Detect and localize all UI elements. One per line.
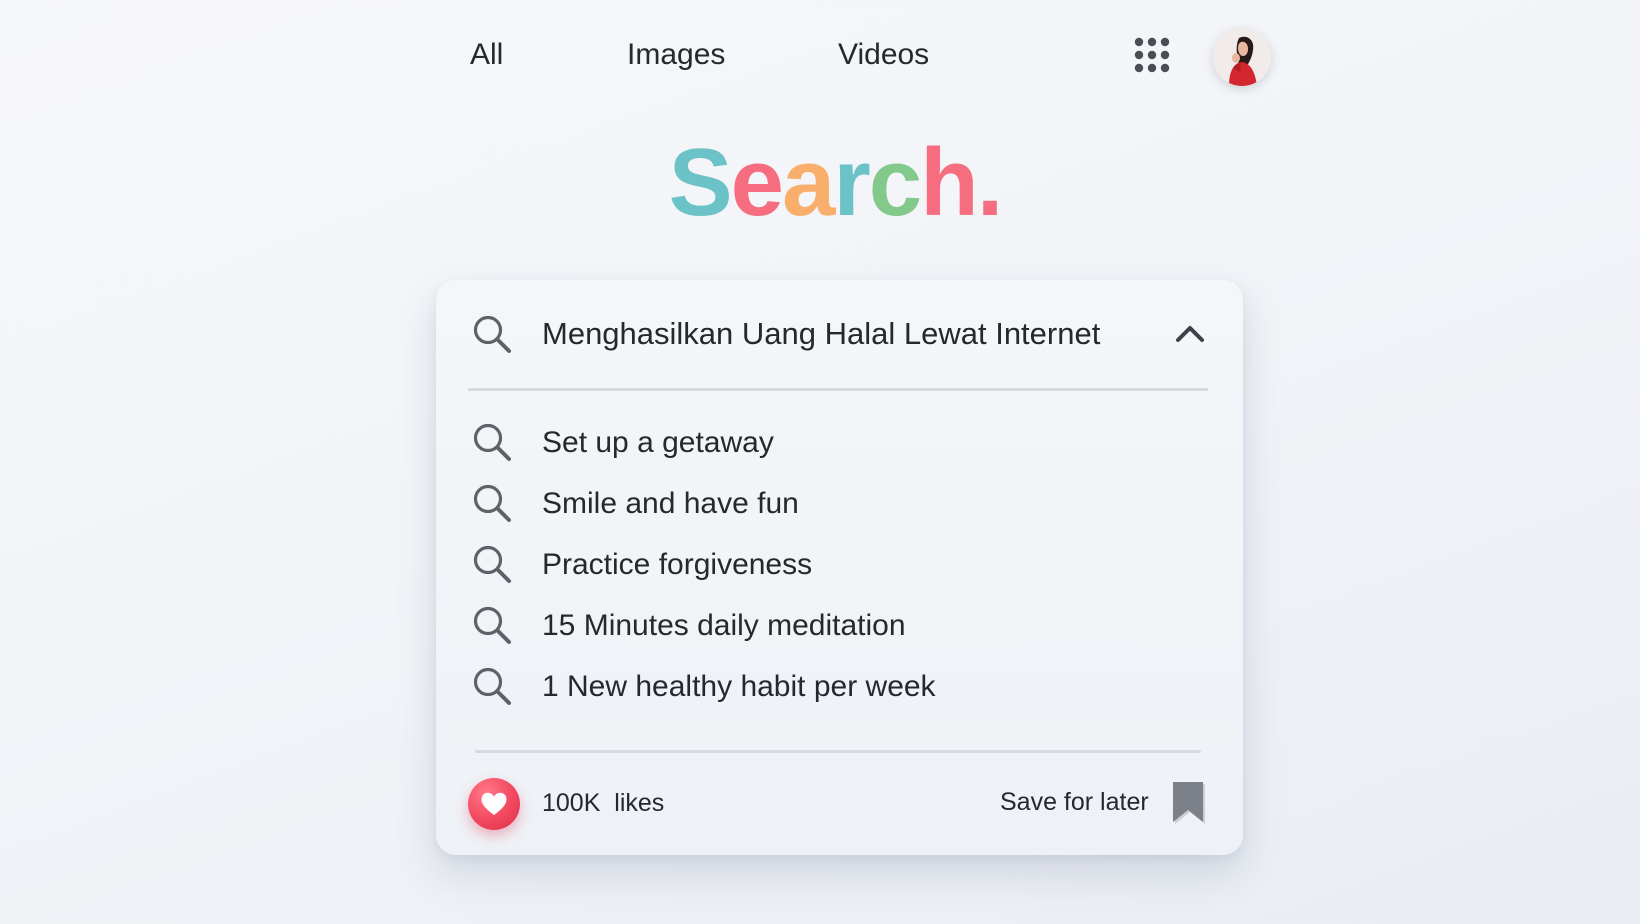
suggestion-item[interactable]: 15 Minutes daily meditation: [468, 599, 1208, 660]
like-button[interactable]: [468, 778, 520, 830]
collapse-button[interactable]: [1172, 316, 1208, 352]
nav-link-videos[interactable]: Videos: [838, 38, 929, 72]
suggestion-list: Set up a getaway Smile and have fun Prac…: [468, 416, 1208, 721]
suggestion-label: 1 New healthy habit per week: [542, 670, 936, 703]
grid-dots-icon: [1134, 37, 1170, 73]
logo-letter-dot: .: [976, 129, 1004, 236]
search-logo: Search.: [0, 128, 1640, 238]
suggestion-item[interactable]: 1 New healthy habit per week: [468, 660, 1208, 721]
heart-icon: [481, 792, 507, 815]
nav-link-images[interactable]: Images: [627, 38, 725, 72]
divider: [475, 750, 1201, 753]
user-avatar[interactable]: [1213, 28, 1271, 86]
chevron-up-icon: [1176, 326, 1204, 342]
logo-letter-a: a: [781, 129, 835, 236]
search-query-text[interactable]: Menghasilkan Uang Halal Lewat Internet: [542, 316, 1100, 352]
suggestion-item[interactable]: Set up a getaway: [468, 416, 1208, 477]
suggestion-item[interactable]: Smile and have fun: [468, 477, 1208, 538]
search-icon: [473, 484, 511, 522]
nav-link-all[interactable]: All: [470, 38, 503, 72]
suggestion-item[interactable]: Practice forgiveness: [468, 538, 1208, 599]
top-nav: All Images Videos: [0, 28, 1640, 86]
bookmark-icon: [1173, 782, 1205, 824]
suggestion-label: Smile and have fun: [542, 487, 799, 520]
suggestion-label: Set up a getaway: [542, 426, 774, 459]
save-for-later-link[interactable]: Save for later: [1000, 788, 1149, 817]
search-card: Menghasilkan Uang Halal Lewat Internet S…: [436, 280, 1243, 855]
search-icon: [473, 606, 511, 644]
divider: [468, 388, 1208, 391]
search-icon: [473, 423, 511, 461]
search-icon: [473, 667, 511, 705]
avatar-portrait: [1213, 28, 1271, 86]
search-icon: [473, 315, 511, 353]
logo-letter-c: c: [868, 129, 922, 236]
bookmark-button[interactable]: [1168, 780, 1208, 824]
search-icon: [473, 545, 511, 583]
apps-button[interactable]: [1134, 37, 1170, 73]
card-footer: 100K likes Save for later: [468, 776, 1208, 836]
logo-letter-r: r: [833, 129, 870, 236]
logo-letter-h: h: [920, 129, 979, 236]
suggestion-label: Practice forgiveness: [542, 548, 813, 581]
logo-letter-s: S: [668, 129, 733, 236]
logo-letter-e: e: [730, 129, 784, 236]
likes-count: 100K likes: [542, 789, 665, 817]
suggestion-label: 15 Minutes daily meditation: [542, 609, 906, 642]
search-query-row[interactable]: Menghasilkan Uang Halal Lewat Internet: [468, 302, 1208, 366]
